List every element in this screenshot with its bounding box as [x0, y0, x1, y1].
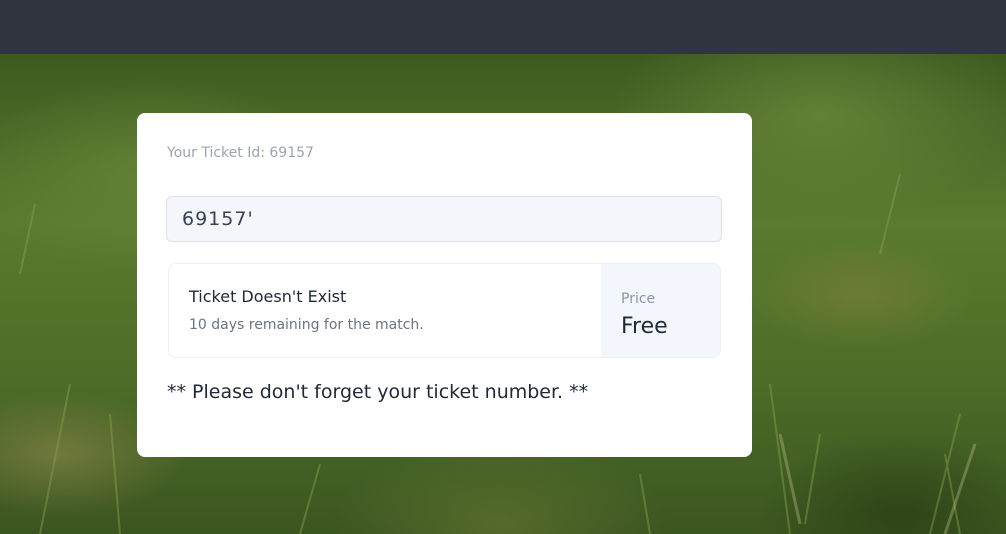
ticket-status-panel: Ticket Doesn't Exist 10 days remaining f…: [168, 263, 721, 358]
price-value: Free: [621, 314, 668, 339]
price-panel: Price Free: [601, 264, 720, 357]
ticket-status-title: Ticket Doesn't Exist: [189, 287, 347, 306]
reminder-note: ** Please don't forget your ticket numbe…: [167, 381, 589, 403]
ticket-status-subtitle: 10 days remaining for the match.: [189, 317, 424, 333]
ticket-id-label: Your Ticket Id: 69157: [167, 145, 314, 161]
ticket-card: Your Ticket Id: 69157 Ticket Doesn't Exi…: [137, 113, 752, 457]
price-label: Price: [621, 291, 656, 307]
ticket-number-input[interactable]: [166, 196, 722, 242]
ticket-status-details: Ticket Doesn't Exist 10 days remaining f…: [169, 264, 601, 357]
top-navbar: [0, 0, 1006, 54]
